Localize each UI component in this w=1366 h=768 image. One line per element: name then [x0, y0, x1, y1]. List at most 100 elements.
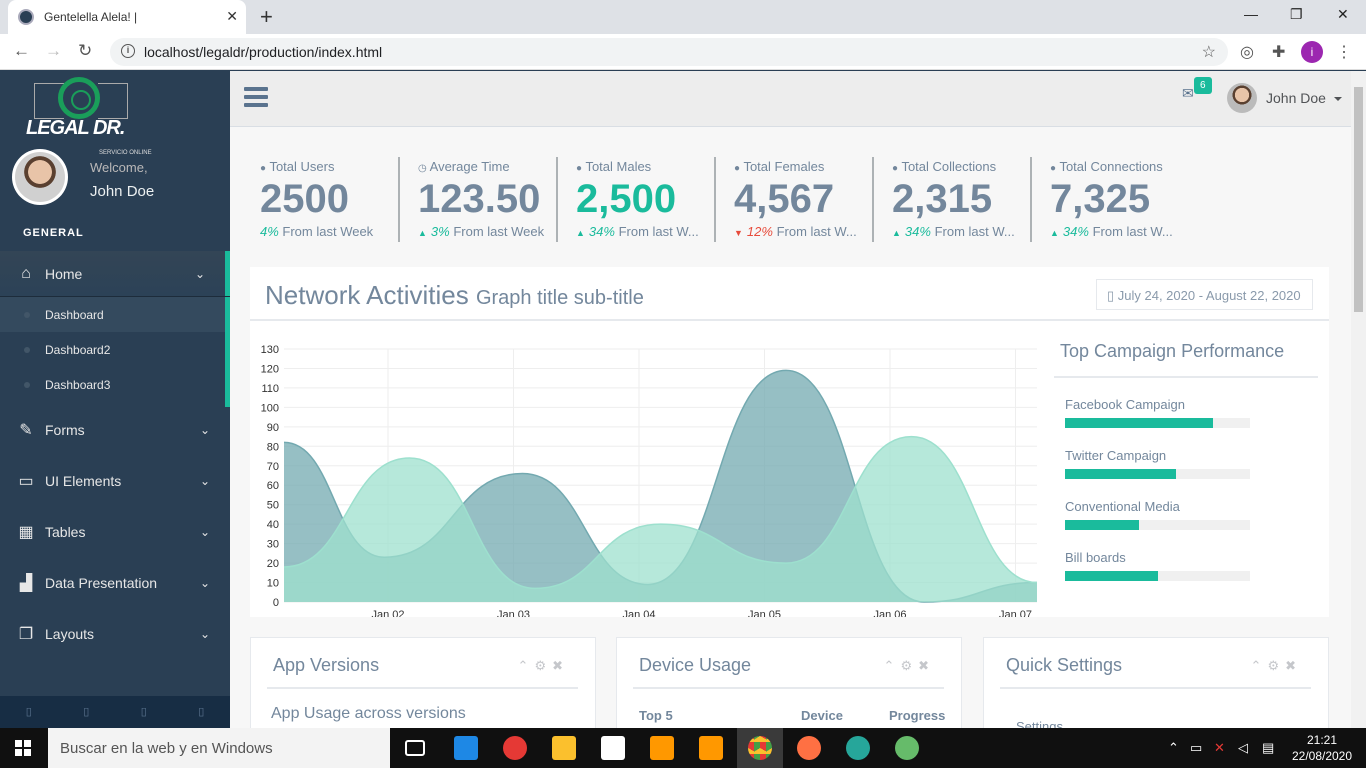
y-tick-label: 60	[267, 480, 279, 492]
tile-percent: 4%	[260, 224, 279, 239]
y-tick-label: 120	[261, 363, 279, 375]
page-scrollbar[interactable]	[1351, 71, 1366, 728]
tab-title: Gentelella Alela! |	[44, 10, 138, 24]
tile-footer-text: From last W...	[772, 224, 857, 239]
network-title: Network Activities	[265, 280, 469, 310]
volume-icon[interactable]: ◁	[1238, 740, 1248, 756]
edge-icon[interactable]	[846, 736, 870, 760]
clock[interactable]: 21:21 22/08/2020	[1290, 732, 1354, 764]
sidebar-item-ui-elements[interactable]: ▭ UI Elements ⌄	[0, 459, 230, 503]
tile-footer-text: From last W...	[1088, 224, 1173, 239]
date-range-picker[interactable]: ▯ July 24, 2020 - August 22, 2020	[1096, 279, 1313, 310]
sidebar-item-home[interactable]: ⌂ Home ⌄	[0, 251, 230, 296]
collapse-icon[interactable]: ⌃	[884, 658, 901, 673]
extension-icon[interactable]: ◎	[1240, 42, 1254, 62]
device-usage-panel: Device Usage ⌃⚙✖ Top 5 Device Progress	[616, 637, 962, 737]
sidebar-subitem-dashboard[interactable]: Dashboard	[0, 297, 225, 332]
chevron-down-icon: ⌄	[199, 627, 210, 641]
welcome-text: Welcome,	[90, 160, 148, 175]
logout-icon[interactable]: ▯	[173, 696, 231, 728]
user-dropdown[interactable]: John Doe	[1266, 90, 1342, 106]
forward-icon[interactable]: →	[45, 41, 62, 61]
network-icon[interactable]: ▭	[1190, 740, 1202, 756]
window-close-icon[interactable]: ✕	[1337, 6, 1349, 23]
wifi-off-icon[interactable]: ✕	[1214, 740, 1225, 756]
browser-tab[interactable]: Gentelella Alela! | ✕	[8, 0, 246, 34]
minimize-icon[interactable]: —	[1244, 6, 1258, 22]
windows-taskbar: Buscar en la web y en Windows ⌃ ▭ ✕ ◁ ▤ …	[0, 728, 1366, 768]
brand-logo[interactable]: LEGAL DR. SERVICIO ONLINE	[26, 77, 152, 156]
user-icon: ●	[576, 163, 583, 174]
sidebar-subitem-dashboard2[interactable]: Dashboard2	[0, 332, 225, 367]
task-view-icon[interactable]	[405, 740, 425, 756]
reload-icon[interactable]: ↻	[78, 41, 92, 61]
sidebar-item-data-presentation[interactable]: ▟ Data Presentation ⌄	[0, 561, 230, 605]
user-avatar[interactable]	[1227, 83, 1257, 113]
menu-section-title: GENERAL	[23, 227, 84, 239]
opera-icon[interactable]	[503, 736, 527, 760]
settings-icon[interactable]: ▯	[0, 696, 58, 728]
menu-toggle-icon[interactable]	[244, 87, 268, 107]
back-icon[interactable]: ←	[13, 41, 30, 61]
puzzle-icon[interactable]: ✚	[1272, 42, 1285, 62]
wrench-icon[interactable]: ⚙	[900, 658, 918, 673]
tile-label: ● Total Users	[260, 159, 334, 174]
url-input[interactable]: i localhost/legaldr/production/index.htm…	[110, 38, 1228, 66]
firefox-icon[interactable]	[797, 736, 821, 760]
windows-start-icon[interactable]	[15, 740, 31, 756]
file-explorer-icon[interactable]	[552, 736, 576, 760]
sublime-icon[interactable]	[699, 736, 723, 760]
x-tick-label: Jan 07	[999, 609, 1032, 617]
campaign-item: Facebook Campaign	[1065, 397, 1250, 428]
tray-chevron-icon[interactable]: ⌃	[1168, 740, 1179, 756]
site-info-icon[interactable]: i	[121, 44, 135, 58]
chrome-active-slot[interactable]	[737, 728, 783, 768]
maps-icon[interactable]	[895, 736, 919, 760]
bookmark-star-icon[interactable]: ☆	[1202, 42, 1216, 62]
notification-icon[interactable]: ▤	[1262, 740, 1274, 756]
media-icon[interactable]	[650, 736, 674, 760]
store-icon[interactable]	[601, 736, 625, 760]
menu-kebab-icon[interactable]: ⋮	[1336, 42, 1352, 62]
progress-fill	[1065, 418, 1213, 428]
tile-footer: ▲ 3% From last Week	[418, 224, 558, 239]
collapse-icon[interactable]: ⌃	[518, 658, 535, 673]
edge-legacy-icon[interactable]	[454, 736, 478, 760]
envelope-icon[interactable]: ✉	[1182, 85, 1194, 102]
tile-percent: 12%	[746, 224, 773, 239]
tile-label-text: Average Time	[429, 159, 510, 174]
stat-tile: ● Total Females 4,567 ▼ 12% From last W..…	[714, 157, 872, 242]
sidebar-subitem-dashboard3[interactable]: Dashboard3	[0, 367, 225, 402]
main-content: ✉ 6 John Doe ● Total Users 2500 4% From …	[230, 71, 1351, 737]
tile-value: 4,567	[734, 177, 835, 221]
close-icon[interactable]: ✖	[552, 658, 569, 673]
close-icon[interactable]: ✖	[918, 658, 935, 673]
sidebar-item-tables[interactable]: ▦ Tables ⌄	[0, 510, 230, 554]
lock-icon[interactable]: ▯	[115, 696, 173, 728]
panel-subtitle: App Usage across versions	[271, 705, 466, 722]
user-icon: ●	[260, 163, 267, 174]
sidebar-item-forms[interactable]: ✎ Forms ⌄	[0, 408, 230, 452]
chevron-down-icon: ⌄	[199, 576, 210, 590]
x-tick-label: Jan 03	[497, 609, 530, 617]
fullscreen-icon[interactable]: ▯	[58, 696, 116, 728]
close-icon[interactable]: ✖	[1285, 658, 1302, 673]
wrench-icon[interactable]: ⚙	[1267, 658, 1285, 673]
profile-avatar[interactable]: i	[1301, 41, 1323, 63]
series-area-1	[284, 436, 1037, 602]
app-versions-panel: App Versions ⌃⚙✖ App Usage across versio…	[250, 637, 596, 737]
taskbar-search-input[interactable]: Buscar en la web y en Windows	[48, 728, 390, 768]
maximize-icon[interactable]: ❐	[1290, 6, 1303, 23]
quick-settings-panel: Quick Settings ⌃⚙✖ Settings	[983, 637, 1329, 737]
panel-title: App Versions	[273, 655, 380, 675]
progress-fill	[1065, 469, 1176, 479]
sidebar-item-layouts[interactable]: ❐ Layouts ⌄	[0, 612, 230, 656]
progress-fill	[1065, 571, 1158, 581]
wrench-icon[interactable]: ⚙	[534, 658, 552, 673]
y-tick-label: 0	[273, 597, 279, 609]
collapse-icon[interactable]: ⌃	[1251, 658, 1268, 673]
new-tab-icon[interactable]: +	[260, 4, 273, 30]
close-tab-icon[interactable]: ✕	[226, 8, 238, 25]
campaign-title: Top Campaign Performance	[1060, 341, 1285, 361]
edit-icon: ✎	[19, 422, 33, 439]
